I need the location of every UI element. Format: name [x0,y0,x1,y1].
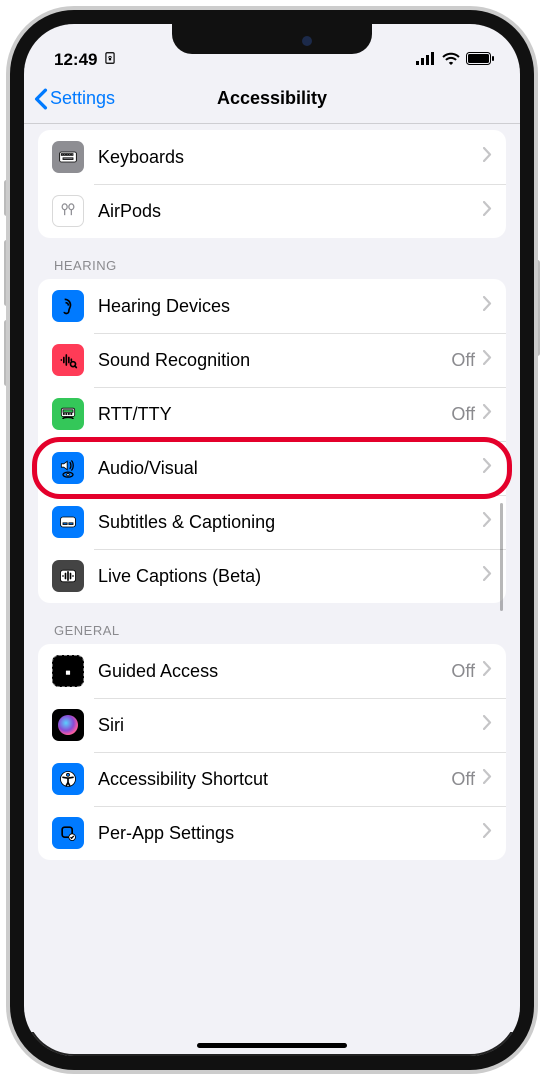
row-keyboards[interactable]: Keyboards [38,130,506,184]
row-label: AirPods [98,201,483,222]
row-accessibility-shortcut[interactable]: Accessibility Shortcut Off [38,752,506,806]
chevron-right-icon [483,201,492,221]
row-guided-access[interactable]: Guided Access Off [38,644,506,698]
volume-up-button [4,240,9,306]
notch [172,24,372,54]
row-hearing-devices[interactable]: Hearing Devices [38,279,506,333]
chevron-left-icon [34,88,48,110]
row-live-captions[interactable]: Live Captions (Beta) [38,549,506,603]
ear-icon [52,290,84,322]
row-audio-visual[interactable]: Audio/Visual [38,441,506,495]
group-hearing: Hearing Devices Sound Recognition Off [38,279,506,603]
tty-icon [52,398,84,430]
back-label: Settings [50,88,115,109]
siri-icon [52,709,84,741]
chevron-right-icon [483,350,492,370]
wifi-icon [442,50,460,70]
row-label: Sound Recognition [98,350,451,371]
row-label: Live Captions (Beta) [98,566,483,587]
status-time: 12:49 [54,50,97,70]
row-value: Off [451,404,475,425]
row-label: Subtitles & Captioning [98,512,483,533]
chevron-right-icon [483,566,492,586]
battery-icon [466,50,494,70]
chevron-right-icon [483,147,492,167]
waveform-icon [52,344,84,376]
lock-frame-icon [52,655,84,687]
row-rtt-tty[interactable]: RTT/TTY Off [38,387,506,441]
row-value: Off [451,350,475,371]
row-label: Audio/Visual [98,458,483,479]
orientation-lock-icon [103,50,117,70]
row-label: Hearing Devices [98,296,483,317]
row-label: Siri [98,715,483,736]
group-keyboards-airpods: Keyboards AirPods [38,130,506,238]
row-siri[interactable]: Siri [38,698,506,752]
volume-silent-switch [4,180,9,216]
chevron-right-icon [483,823,492,843]
row-subtitles-captioning[interactable]: Subtitles & Captioning [38,495,506,549]
row-label: RTT/TTY [98,404,451,425]
caption-icon [52,506,84,538]
chevron-right-icon [483,296,492,316]
keyboard-icon [52,141,84,173]
chevron-right-icon [483,769,492,789]
chevron-right-icon [483,715,492,735]
airpods-icon [52,195,84,227]
cellular-signal-icon [416,50,436,70]
row-label: Keyboards [98,147,483,168]
section-header-hearing: Hearing [24,238,520,279]
app-check-icon [52,817,84,849]
accessibility-icon [52,763,84,795]
chevron-right-icon [483,404,492,424]
scroll-indicator [500,503,503,611]
row-value: Off [451,769,475,790]
chevron-right-icon [483,661,492,681]
speaker-eye-icon [52,452,84,484]
row-label: Guided Access [98,661,451,682]
volume-down-button [4,320,9,386]
group-general: Guided Access Off Siri Accessibi [38,644,506,860]
side-button [535,260,540,356]
chevron-right-icon [483,458,492,478]
front-camera [302,36,312,46]
back-button[interactable]: Settings [34,88,115,110]
settings-list[interactable]: Keyboards AirPods Hearing [24,124,520,1032]
row-label: Per-App Settings [98,823,483,844]
row-per-app-settings[interactable]: Per-App Settings [38,806,506,860]
nav-bar: Settings Accessibility [24,74,520,124]
row-value: Off [451,661,475,682]
row-sound-recognition[interactable]: Sound Recognition Off [38,333,506,387]
row-label: Accessibility Shortcut [98,769,451,790]
home-indicator [197,1043,347,1048]
section-header-general: General [24,603,520,644]
phone-frame: 12:49 [10,10,534,1070]
live-caption-icon [52,560,84,592]
row-airpods[interactable]: AirPods [38,184,506,238]
chevron-right-icon [483,512,492,532]
